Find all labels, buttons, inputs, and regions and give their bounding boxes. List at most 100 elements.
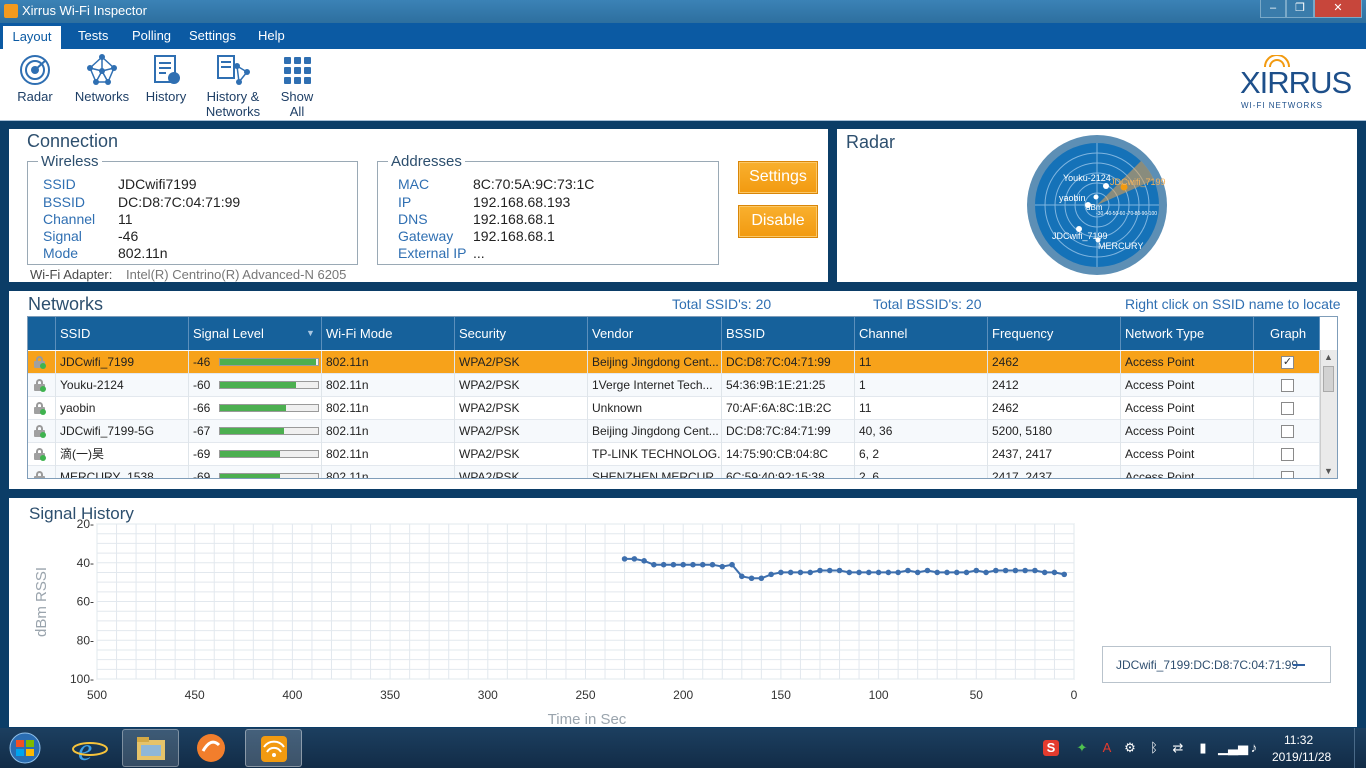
signal-bar: [219, 381, 319, 389]
table-row[interactable]: JDCwifi_7199-5G 802.11n WPA2/PSK Beijing Ji…: [28, 420, 1320, 443]
col-signal-level[interactable]: Signal Level ▼: [189, 317, 322, 350]
col-wifi-mode[interactable]: Wi-Fi Mode: [322, 317, 455, 350]
cell-ssid[interactable]: yaobin: [56, 397, 189, 420]
settings-tray-icon[interactable]: ⚙: [1122, 740, 1138, 756]
cell-ssid[interactable]: JDCwifi_7199-5G: [56, 420, 189, 443]
show-all-layout-button[interactable]: Show All: [274, 54, 320, 119]
networks-layout-button[interactable]: Networks: [72, 54, 132, 104]
cell-ssid[interactable]: Youku-2124: [56, 374, 189, 397]
col-frequency[interactable]: Frequency: [988, 317, 1121, 350]
wifi-inspector-taskbar-icon[interactable]: [245, 729, 302, 767]
sogou-input-tray-icon[interactable]: S: [1043, 740, 1059, 756]
radar-layout-button[interactable]: Radar: [14, 54, 56, 104]
series-point: [934, 569, 941, 576]
menu-polling[interactable]: Polling: [132, 28, 171, 43]
sort-desc-icon: ▼: [306, 328, 315, 338]
mac-value: 8C:70:5A:9C:73:1C: [473, 176, 595, 192]
cell-signal-level: -69: [189, 443, 322, 466]
signal-value: -46: [193, 355, 211, 369]
bluetooth-tray-icon[interactable]: ᛒ: [1146, 740, 1162, 756]
radar-label-jdcwifi-bottom: JDCwifi_7199: [1052, 231, 1108, 241]
col-ssid[interactable]: SSID: [56, 317, 189, 350]
menu-settings[interactable]: Settings: [189, 28, 236, 43]
signal-bar-fill: [220, 451, 280, 457]
cell-frequency: 2417, 2437: [988, 466, 1121, 478]
radar-title: Radar: [846, 132, 896, 152]
signal-value: -46: [118, 228, 139, 244]
cell-ssid[interactable]: 滴(一)昊: [56, 443, 189, 466]
history-networks-layout-button[interactable]: History & Networks: [202, 54, 264, 119]
col-security[interactable]: Security: [455, 317, 588, 350]
close-button[interactable]: ✕: [1314, 0, 1362, 18]
wifi-signal-tray-icon[interactable]: ▁▃▅: [1218, 740, 1248, 756]
clock-date[interactable]: 2019/11/28: [1272, 750, 1331, 764]
col-graph[interactable]: Graph: [1254, 317, 1320, 350]
radar-label-yaobin: yaobin: [1059, 193, 1086, 203]
menu-layout[interactable]: Layout: [3, 26, 61, 49]
radar-display[interactable]: Youku-2124 JDCwifi_7199 yaobin dBm JDCwi…: [1026, 134, 1168, 276]
internet-explorer-taskbar-icon[interactable]: e: [62, 729, 119, 767]
signal-bar: [219, 358, 319, 366]
graph-checkbox[interactable]: ✓: [1281, 356, 1294, 369]
volume-tray-icon[interactable]: ♪: [1246, 740, 1262, 756]
table-row[interactable]: yaobin 802.11n WPA2/PSK Unknown 70:AF:6A:8C:…: [28, 397, 1320, 420]
col-channel[interactable]: Channel: [855, 317, 988, 350]
menu-help[interactable]: Help: [258, 28, 285, 43]
table-row[interactable]: JDCwifi_7199 802.11n WPA2/PSK Beijing Jingd…: [28, 351, 1320, 374]
disable-button[interactable]: Disable: [738, 205, 818, 238]
ip-label: IP: [398, 194, 412, 210]
sogou-browser-taskbar-icon[interactable]: [183, 729, 240, 767]
series-point: [797, 569, 804, 576]
cell-ssid[interactable]: MERCURY_1538: [56, 466, 189, 478]
file-explorer-taskbar-icon[interactable]: [122, 729, 179, 767]
history-button-label: History: [145, 89, 187, 104]
scroll-up-icon[interactable]: ▲: [1324, 352, 1333, 362]
col-vendor[interactable]: Vendor: [588, 317, 722, 350]
cell-wifi-mode: 802.11n: [322, 420, 455, 443]
menu-tests[interactable]: Tests: [78, 28, 108, 43]
table-scrollbar[interactable]: ▲ ▼: [1320, 350, 1337, 478]
series-point: [846, 569, 853, 576]
signal-bar: [219, 404, 319, 412]
maximize-button[interactable]: ❐: [1286, 0, 1314, 18]
wechat-tray-icon[interactable]: ✦: [1074, 740, 1090, 756]
series-point: [866, 569, 872, 576]
graph-checkbox[interactable]: [1281, 402, 1294, 415]
radar-label-jdcwifi-top: JDCwifi_7199: [1110, 177, 1166, 187]
start-button-icon[interactable]: [5, 731, 45, 765]
series-point: [699, 561, 706, 568]
external-ip-label: External IP: [398, 245, 467, 261]
series-point: [836, 567, 843, 574]
col-network-type[interactable]: Network Type: [1121, 317, 1254, 350]
cell-ssid[interactable]: JDCwifi_7199: [56, 351, 189, 374]
minimize-button[interactable]: –: [1260, 0, 1286, 18]
series-point: [651, 561, 657, 568]
history-layout-button[interactable]: History: [144, 54, 188, 104]
graph-checkbox[interactable]: [1281, 425, 1294, 438]
signal-value: -60: [193, 378, 211, 392]
adobe-tray-icon[interactable]: A: [1099, 740, 1115, 756]
graph-checkbox[interactable]: [1281, 448, 1294, 461]
settings-button[interactable]: Settings: [738, 161, 818, 194]
series-point: [817, 567, 823, 574]
network-tray-icon[interactable]: ⇄: [1170, 740, 1186, 756]
graph-checkbox[interactable]: [1281, 379, 1294, 392]
scroll-down-icon[interactable]: ▼: [1324, 466, 1333, 476]
series-point: [1022, 567, 1028, 574]
cell-bssid: 6C:59:40:92:15:38: [722, 466, 855, 478]
signal-bar-fill: [220, 382, 297, 388]
radar-ring-label-30: -30: [1096, 211, 1103, 217]
graph-checkbox[interactable]: [1281, 471, 1294, 478]
adapter-value: Intel(R) Centrino(R) Advanced-N 6205: [126, 267, 347, 282]
battery-tray-icon[interactable]: ▮: [1195, 740, 1211, 756]
table-row[interactable]: Youku-2124 802.11n WPA2/PSK 1Verge Internet…: [28, 374, 1320, 397]
table-row[interactable]: MERCURY_1538 802.11n WPA2/PSK SHENZHEN MERC…: [28, 466, 1320, 478]
clock-time[interactable]: 11:32: [1284, 733, 1313, 747]
table-header: SSID Signal Level ▼ Wi-Fi Mode Security …: [28, 317, 1320, 350]
col-bssid[interactable]: BSSID: [722, 317, 855, 350]
show-desktop-button[interactable]: [1354, 728, 1366, 768]
cell-vendor: Beijing Jingdong Cent...: [588, 351, 722, 374]
cell-channel: 11: [855, 351, 988, 374]
scrollbar-thumb[interactable]: [1323, 366, 1334, 392]
table-row[interactable]: 滴(一)昊 802.11n WPA2/PSK TP-LINK TECHNOLOG...…: [28, 443, 1320, 466]
